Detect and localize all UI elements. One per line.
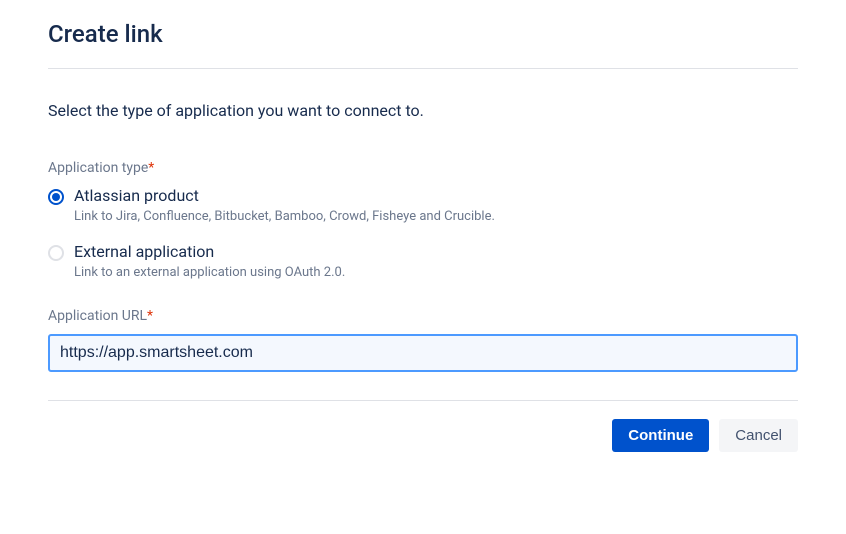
radio-label: External application (74, 242, 798, 261)
radio-option-external-application[interactable]: External application Link to an external… (48, 242, 798, 280)
radio-option-atlassian-product[interactable]: Atlassian product Link to Jira, Confluen… (48, 186, 798, 224)
required-asterisk: * (147, 308, 153, 324)
radio-content: External application Link to an external… (74, 242, 798, 280)
radio-description: Link to an external application using OA… (74, 265, 798, 280)
button-row: Continue Cancel (48, 419, 798, 452)
application-url-field: Application URL* (48, 308, 798, 372)
application-url-input[interactable] (48, 334, 798, 372)
cancel-button[interactable]: Cancel (719, 419, 798, 452)
application-type-label: Application type* (48, 160, 798, 176)
application-url-label: Application URL* (48, 308, 798, 324)
instruction-text: Select the type of application you want … (48, 101, 798, 120)
application-type-label-text: Application type (48, 160, 148, 176)
application-type-group: Application type* Atlassian product Link… (48, 160, 798, 280)
radio-label: Atlassian product (74, 186, 798, 205)
radio-icon-unselected (48, 245, 64, 261)
divider (48, 68, 798, 69)
radio-icon-selected (48, 189, 64, 205)
radio-description: Link to Jira, Confluence, Bitbucket, Bam… (74, 209, 798, 224)
footer-divider (48, 400, 798, 401)
required-asterisk: * (148, 160, 154, 176)
continue-button[interactable]: Continue (612, 419, 709, 452)
page-title: Create link (48, 20, 798, 48)
radio-content: Atlassian product Link to Jira, Confluen… (74, 186, 798, 224)
application-url-label-text: Application URL (48, 308, 147, 324)
